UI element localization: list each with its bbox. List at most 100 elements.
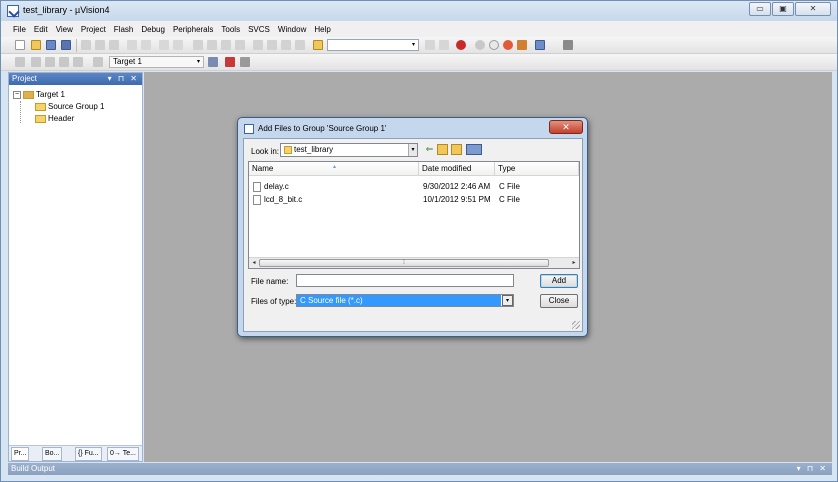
uvision-app-icon: [7, 5, 19, 17]
window-layout-icon[interactable]: [535, 40, 545, 50]
incremental-find-icon[interactable]: [439, 40, 449, 50]
panel-controls[interactable]: ▾ ⊓ ✕: [108, 73, 139, 85]
dialog-close-button[interactable]: ✕: [549, 120, 583, 134]
batch-build-icon[interactable]: [59, 57, 69, 67]
target-select[interactable]: Target 1 ▾: [109, 56, 204, 68]
look-in-select[interactable]: test_library ▾: [280, 143, 418, 157]
back-arrow-icon[interactable]: ⇐: [424, 144, 435, 155]
tab-project[interactable]: Pr...: [11, 447, 30, 461]
open-file-icon[interactable]: [31, 40, 41, 50]
translate-icon[interactable]: [15, 57, 25, 67]
scroll-right-icon[interactable]: ▸: [569, 258, 579, 268]
tree-source-group[interactable]: Source Group 1: [35, 101, 105, 113]
debug-session-icon[interactable]: [456, 40, 466, 50]
unindent-icon[interactable]: [267, 40, 277, 50]
menu-flash[interactable]: Flash: [114, 25, 134, 34]
chevron-down-icon[interactable]: ▾: [502, 295, 513, 306]
column-date[interactable]: Date modified: [419, 162, 495, 176]
kill-all-breakpoints-icon[interactable]: [517, 40, 527, 50]
disable-breakpoint-icon[interactable]: [489, 40, 499, 50]
cut-icon[interactable]: [81, 40, 91, 50]
bookmark-icon[interactable]: [193, 40, 203, 50]
save-icon[interactable]: [46, 40, 56, 50]
menu-debug[interactable]: Debug: [141, 25, 165, 34]
breakpoint-icon[interactable]: [475, 40, 485, 50]
configure-icon[interactable]: [563, 40, 573, 50]
next-bookmark-icon[interactable]: [221, 40, 231, 50]
uncomment-icon[interactable]: [295, 40, 305, 50]
add-files-dialog: Add Files to Group 'Source Group 1' ✕ Lo…: [237, 117, 588, 337]
manage-components-icon[interactable]: [225, 57, 235, 67]
tree-target[interactable]: − Target 1: [13, 89, 65, 101]
window-title: test_library - µVision4: [23, 5, 110, 15]
select-packs-icon[interactable]: [240, 57, 250, 67]
dialog-title: Add Files to Group 'Source Group 1': [258, 124, 387, 133]
file-type-value: C Source file (*.c): [297, 295, 501, 306]
tree-header[interactable]: Header: [35, 113, 74, 125]
find-in-files-icon[interactable]: [313, 40, 323, 50]
menu-file[interactable]: File: [13, 25, 26, 34]
paste-icon[interactable]: [109, 40, 119, 50]
find-combo[interactable]: ▾: [327, 39, 419, 51]
menu-view[interactable]: View: [56, 25, 73, 34]
target-select-value: Target 1: [113, 57, 142, 66]
new-folder-icon[interactable]: [451, 144, 462, 155]
build-icon[interactable]: [31, 57, 41, 67]
rebuild-icon[interactable]: [45, 57, 55, 67]
minimize-button[interactable]: ▭: [749, 2, 771, 16]
file-row-name[interactable]: lcd_8_bit.c: [253, 194, 302, 206]
find-icon[interactable]: [425, 40, 435, 50]
sort-ascending-icon: ▴: [333, 164, 337, 170]
column-type[interactable]: Type: [495, 162, 579, 176]
prev-bookmark-icon[interactable]: [207, 40, 217, 50]
menu-window[interactable]: Window: [278, 25, 306, 34]
download-icon[interactable]: [93, 57, 103, 67]
kill-breakpoints-icon[interactable]: [503, 40, 513, 50]
collapse-icon[interactable]: −: [13, 90, 21, 99]
maximize-button[interactable]: ▣: [772, 2, 794, 16]
new-file-icon[interactable]: [15, 40, 25, 50]
close-window-button[interactable]: ✕: [795, 2, 831, 16]
file-toolbar: ▾: [1, 37, 837, 54]
menu-peripherals[interactable]: Peripherals: [173, 25, 213, 34]
column-name[interactable]: Name ▴: [249, 162, 419, 176]
tree-header-label: Header: [48, 114, 75, 123]
tree-source-group-label: Source Group 1: [48, 102, 105, 111]
indent-icon[interactable]: [253, 40, 263, 50]
nav-forward-icon[interactable]: [173, 40, 183, 50]
undo-icon[interactable]: [127, 40, 137, 50]
menu-edit[interactable]: Edit: [34, 25, 48, 34]
menu-svcs[interactable]: SVCS: [248, 25, 270, 34]
scroll-left-icon[interactable]: ◂: [249, 258, 259, 268]
file-type-label: Files of type:: [251, 297, 297, 306]
scrollbar-thumb[interactable]: ⁞: [259, 259, 549, 267]
file-name-cell: lcd_8_bit.c: [264, 195, 303, 204]
nav-back-icon[interactable]: [159, 40, 169, 50]
redo-icon[interactable]: [141, 40, 151, 50]
view-menu-icon[interactable]: [466, 144, 482, 155]
menu-help[interactable]: Help: [314, 25, 330, 34]
target-options-icon[interactable]: [208, 57, 218, 67]
menu-project[interactable]: Project: [81, 25, 106, 34]
add-button[interactable]: Add: [540, 274, 578, 288]
build-output-controls[interactable]: ▾ ⊓ ✕: [797, 463, 828, 475]
stop-build-icon[interactable]: [73, 57, 83, 67]
folder-icon: [35, 102, 46, 111]
resize-grip-icon[interactable]: [572, 321, 580, 329]
horizontal-scrollbar[interactable]: ◂ ⁞ ▸: [249, 257, 579, 268]
comment-icon[interactable]: [281, 40, 291, 50]
chevron-down-icon[interactable]: ▾: [408, 144, 417, 156]
dialog-app-icon: [244, 124, 254, 134]
menu-tools[interactable]: Tools: [221, 25, 240, 34]
clear-bookmarks-icon[interactable]: [235, 40, 245, 50]
save-all-icon[interactable]: [61, 40, 71, 50]
file-name-input[interactable]: [296, 274, 514, 287]
tab-templates[interactable]: 0→ Te...: [107, 447, 139, 461]
close-button[interactable]: Close: [540, 294, 578, 308]
tab-books[interactable]: Bo...: [42, 447, 63, 461]
tab-functions[interactable]: {} Fu...: [75, 447, 102, 461]
up-folder-icon[interactable]: [437, 144, 448, 155]
file-type-select[interactable]: C Source file (*.c) ▾: [296, 294, 514, 307]
file-row-name[interactable]: delay.c: [253, 181, 289, 193]
copy-icon[interactable]: [95, 40, 105, 50]
